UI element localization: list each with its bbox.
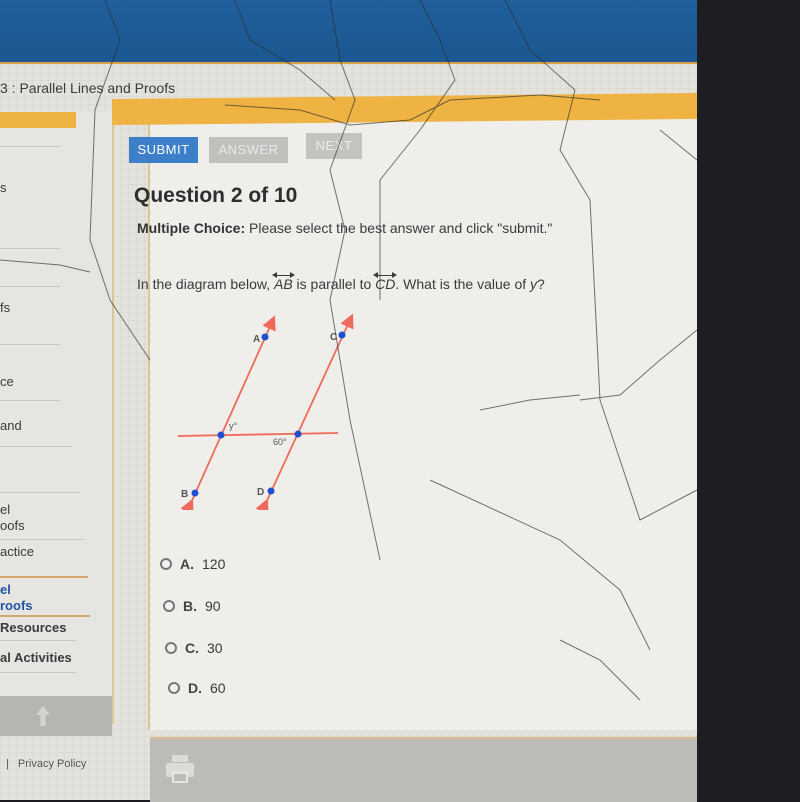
divider — [0, 640, 76, 641]
divider — [0, 576, 88, 578]
intersection-point — [294, 430, 302, 438]
top-navigation-bar — [0, 0, 697, 64]
question-title: Question 2 of 10 — [134, 184, 298, 207]
prompt-text: . What is the value of — [395, 276, 531, 292]
sidebar-item-resources[interactable]: Resources — [0, 620, 66, 636]
prompt-text: is parallel to — [292, 276, 376, 292]
choice-b[interactable]: B. 90 — [163, 598, 221, 614]
print-bar — [150, 737, 697, 802]
sidebar-item-label: el — [0, 502, 11, 517]
sidebar-item[interactable]: and — [0, 418, 22, 434]
radio-button[interactable] — [163, 600, 175, 612]
sidebar-item-activities[interactable]: al Activities — [0, 650, 72, 666]
choice-d[interactable]: D. 60 — [168, 680, 226, 696]
instruction-text: Please select the best answer and click … — [245, 220, 553, 236]
prompt-text: ? — [537, 276, 545, 292]
divider — [0, 672, 76, 673]
variable: y — [530, 276, 538, 292]
divider — [0, 492, 80, 493]
sidebar-header-bar — [0, 112, 76, 128]
divider — [0, 286, 60, 287]
choice-letter: B. — [183, 598, 197, 614]
next-button[interactable]: NEXT — [306, 133, 362, 159]
prompt-text: In the diagram below, — [137, 276, 274, 292]
choice-c[interactable]: C. 30 — [165, 640, 223, 656]
divider — [0, 615, 90, 617]
divider — [0, 446, 72, 447]
scroll-top-button[interactable] — [0, 696, 112, 736]
separator: | — [6, 758, 9, 770]
line-ab-label: AB — [273, 276, 293, 292]
submit-button[interactable]: SUBMIT — [129, 137, 198, 163]
breadcrumb-text: 3 : Parallel Lines and Proofs — [0, 80, 176, 96]
answer-button[interactable]: ANSWER — [209, 137, 288, 163]
line-cd-label: CD — [375, 276, 396, 292]
arrow-up-icon — [36, 706, 50, 726]
point-d — [267, 487, 275, 495]
choice-letter: A. — [180, 556, 194, 572]
line-ab-drawing — [180, 315, 276, 510]
line-cd-drawing — [255, 313, 354, 510]
label-b: B — [181, 489, 188, 500]
label-d: D — [257, 487, 264, 498]
line-ab: AB — [271, 272, 295, 292]
sidebar-item[interactable]: el oofs — [0, 502, 25, 534]
intersection-point — [217, 431, 225, 439]
label-a: A — [253, 334, 260, 345]
breadcrumb: 3 : Parallel Lines and Proofs — [0, 80, 175, 96]
choice-value: 60 — [210, 680, 226, 696]
choice-value: 30 — [207, 640, 223, 656]
radio-button[interactable] — [168, 682, 180, 694]
sidebar-item-label: oofs — [0, 518, 25, 533]
sidebar-item-active[interactable]: el roofs — [0, 582, 33, 614]
radio-button[interactable] — [165, 642, 177, 654]
point-b — [191, 489, 199, 497]
divider — [0, 248, 60, 249]
transversal-line — [177, 432, 339, 437]
point-c — [338, 331, 346, 339]
sidebar-item-label: el — [0, 582, 11, 597]
sidebar-item[interactable]: s — [0, 180, 7, 196]
geometry-diagram: A C B D y° 60° — [177, 313, 354, 510]
divider — [0, 400, 60, 401]
angle-60-label: 60° — [273, 437, 287, 447]
point-a — [261, 333, 269, 341]
label-c: C — [330, 332, 337, 343]
radio-button[interactable] — [160, 558, 172, 570]
choice-value: 120 — [202, 556, 226, 572]
divider — [0, 539, 84, 540]
sidebar-item[interactable]: fs — [0, 300, 10, 316]
privacy-policy-link[interactable]: Privacy Policy — [18, 758, 86, 770]
angle-y-label: y° — [229, 421, 238, 431]
line-cd: CD — [373, 272, 398, 292]
sidebar: s fs ce and el oofs actice el roofs Reso… — [0, 112, 114, 736]
choice-value: 90 — [205, 598, 221, 614]
choice-letter: D. — [188, 680, 202, 696]
screen: 3 : Parallel Lines and Proofs s fs ce an… — [0, 0, 699, 802]
divider — [0, 344, 60, 345]
instruction-label: Multiple Choice: — [137, 220, 246, 236]
choice-letter: C. — [185, 640, 199, 656]
instructions: Multiple Choice: Please select the best … — [137, 220, 552, 236]
device-bezel — [697, 0, 800, 800]
question-prompt: In the diagram below, AB is parallel to … — [137, 272, 545, 292]
choice-a[interactable]: A. 120 — [160, 556, 225, 572]
footer-links: | Privacy Policy — [6, 758, 86, 770]
sidebar-item[interactable]: actice — [0, 544, 34, 560]
printer-icon[interactable] — [164, 753, 196, 785]
divider — [0, 146, 60, 147]
sidebar-item-label: roofs — [0, 598, 33, 613]
sidebar-item[interactable]: ce — [0, 374, 14, 390]
